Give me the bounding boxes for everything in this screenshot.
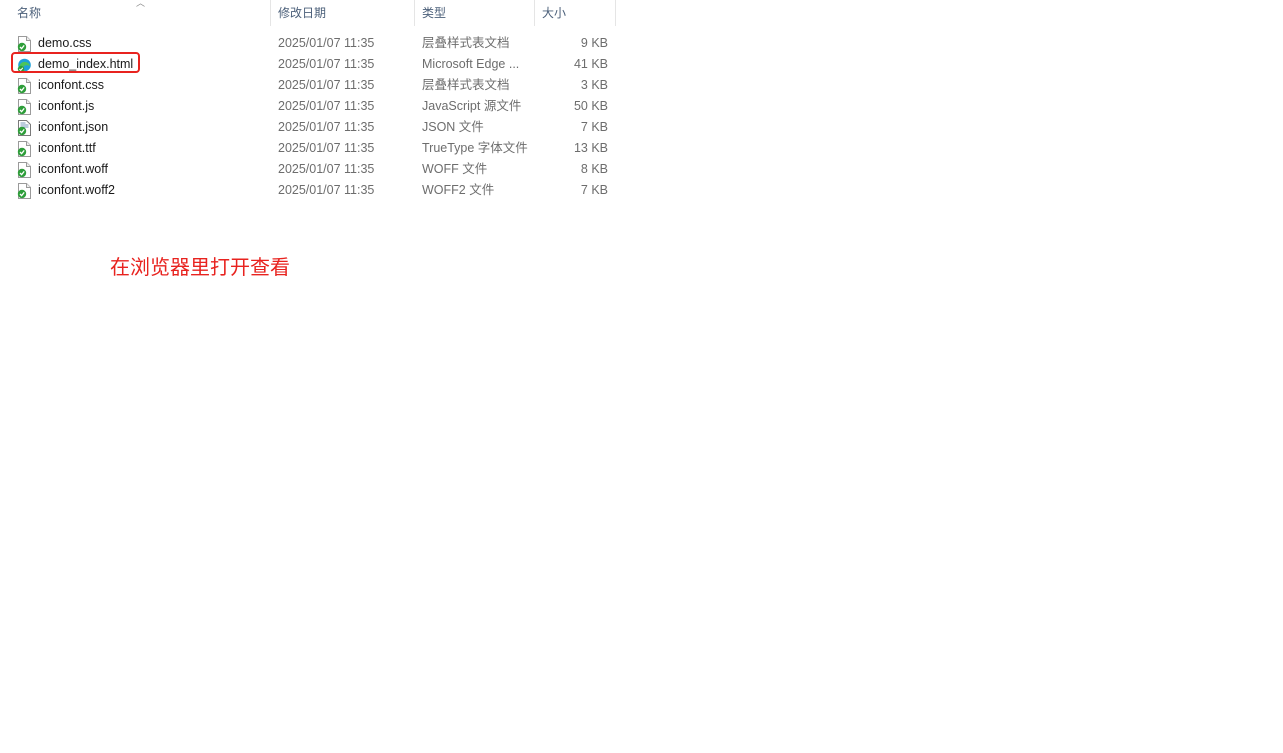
file-row[interactable]: demo.css 2025/01/07 11:35 层叠样式表文档 9 KB <box>0 33 616 54</box>
file-row[interactable]: iconfont.json 2025/01/07 11:35 JSON 文件 7… <box>0 117 616 138</box>
woff-file-icon <box>17 162 31 178</box>
file-type: WOFF 文件 <box>422 162 488 176</box>
file-size: 41 KB <box>573 57 608 71</box>
file-name: iconfont.woff <box>38 162 108 176</box>
file-size: 8 KB <box>580 162 608 176</box>
column-header-type[interactable]: 类型 <box>416 0 535 26</box>
file-date: 2025/01/07 11:35 <box>278 141 375 155</box>
highlight-box-demo-index <box>11 52 140 73</box>
file-size: 13 KB <box>573 141 608 155</box>
file-name: iconfont.json <box>38 120 109 134</box>
file-type: WOFF2 文件 <box>422 183 495 197</box>
annotation-text: 在浏览器里打开查看 <box>110 255 290 279</box>
file-type: TrueType 字体文件 <box>422 141 528 155</box>
css-file-icon <box>17 78 31 94</box>
file-date: 2025/01/07 11:35 <box>278 57 375 71</box>
woff2-file-icon <box>17 183 31 199</box>
file-date: 2025/01/07 11:35 <box>278 36 375 50</box>
json-file-icon <box>17 120 31 136</box>
file-type: JavaScript 源文件 <box>422 99 522 113</box>
file-row[interactable]: iconfont.woff2 2025/01/07 11:35 WOFF2 文件… <box>0 180 616 201</box>
file-name: iconfont.woff2 <box>38 183 115 197</box>
file-type: Microsoft Edge ... <box>422 57 520 71</box>
file-name: demo.css <box>38 36 92 50</box>
file-date: 2025/01/07 11:35 <box>278 78 375 92</box>
js-file-icon <box>17 99 31 115</box>
file-explorer: ︿ 名称 修改日期 类型 大小 demo.css 2025/01/07 11:3… <box>0 0 1283 753</box>
file-date: 2025/01/07 11:35 <box>278 183 375 197</box>
file-name: iconfont.js <box>38 99 95 113</box>
file-name: iconfont.css <box>38 78 105 92</box>
file-row[interactable]: iconfont.woff 2025/01/07 11:35 WOFF 文件 8… <box>0 159 616 180</box>
css-file-icon <box>17 36 31 52</box>
file-date: 2025/01/07 11:35 <box>278 99 375 113</box>
file-size: 7 KB <box>580 183 608 197</box>
file-row[interactable]: iconfont.ttf 2025/01/07 11:35 TrueType 字… <box>0 138 616 159</box>
column-header-size[interactable]: 大小 <box>536 0 616 26</box>
file-row[interactable]: iconfont.css 2025/01/07 11:35 层叠样式表文档 3 … <box>0 75 616 96</box>
font-file-icon <box>17 141 31 157</box>
column-header-row: ︿ 名称 修改日期 类型 大小 <box>0 0 616 26</box>
file-size: 3 KB <box>580 78 608 92</box>
file-size: 9 KB <box>580 36 608 50</box>
file-size: 7 KB <box>580 120 608 134</box>
file-type: 层叠样式表文档 <box>422 36 510 50</box>
column-header-date[interactable]: 修改日期 <box>272 0 415 26</box>
column-header-name[interactable]: 名称 <box>11 0 271 26</box>
file-row[interactable]: iconfont.js 2025/01/07 11:35 JavaScript … <box>0 96 616 117</box>
file-name: iconfont.ttf <box>38 141 96 155</box>
file-date: 2025/01/07 11:35 <box>278 162 375 176</box>
file-size: 50 KB <box>573 99 608 113</box>
file-type: JSON 文件 <box>422 120 484 134</box>
file-date: 2025/01/07 11:35 <box>278 120 375 134</box>
file-type: 层叠样式表文档 <box>422 78 510 92</box>
